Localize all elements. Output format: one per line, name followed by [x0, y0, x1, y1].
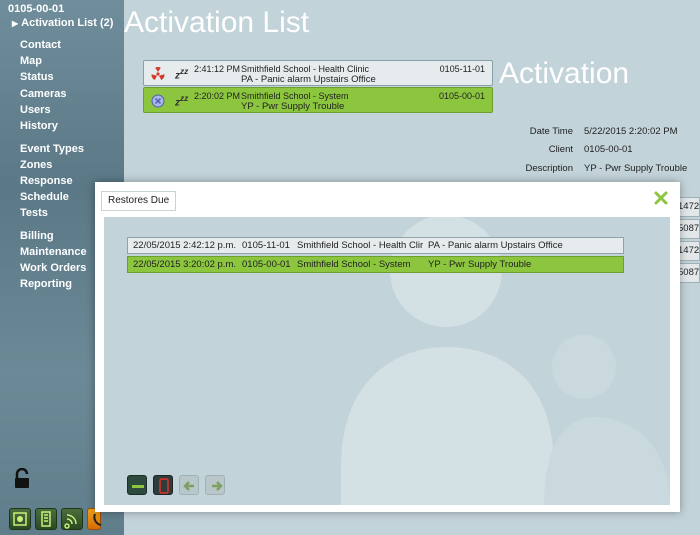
page-title: Activation List [124, 6, 310, 39]
sidebar-item-status[interactable]: Status [20, 71, 54, 83]
unlock-icon[interactable] [12, 467, 34, 490]
sidebar-item-event-types[interactable]: Event Types [20, 143, 84, 155]
restore-event: YP - Pwr Supply Trouble [428, 259, 532, 270]
arrow-right-icon [212, 481, 223, 491]
activation-site: Smithfield School - System [241, 91, 349, 101]
alarm-icon[interactable] [9, 508, 31, 530]
signal-icon[interactable] [61, 508, 83, 530]
minus-icon [132, 485, 144, 488]
detail-label-datetime: Date Time [529, 126, 573, 137]
snooze-icon: zzz [175, 93, 189, 109]
sidebar-item-zones[interactable]: Zones [20, 159, 52, 171]
activation-event: PA - Panic alarm Upstairs Office [241, 74, 376, 85]
sidebar-item-users[interactable]: Users [20, 104, 51, 116]
close-icon[interactable] [653, 190, 669, 206]
sidebar-item-schedule[interactable]: Schedule [20, 191, 69, 203]
previous-button[interactable] [179, 475, 199, 495]
mobile-phone-icon [159, 478, 169, 494]
detail-label-description: Description [525, 163, 573, 174]
restore-code: 0105-00-01 [242, 259, 291, 270]
restore-datetime: 22/05/2015 3:20:02 p.m. [133, 259, 236, 270]
detail-title: Activation [499, 57, 630, 90]
sidebar-item-history[interactable]: History [20, 120, 58, 132]
restore-row-selected[interactable]: 22/05/2015 3:20:02 p.m. 0105-00-01 Smith… [127, 256, 624, 273]
activation-code: 0105-11-01 [439, 64, 485, 74]
sidebar-item-tests[interactable]: Tests [20, 207, 48, 219]
restore-site: Smithfield School - Health Clir [297, 240, 423, 251]
restores-panel: 22/05/2015 2:42:12 p.m. 0105-11-01 Smith… [104, 217, 670, 505]
snooze-icon: zzz [175, 66, 189, 82]
activation-site: Smithfield School - Health Clinic [241, 64, 370, 74]
detail-value-description: YP - Pwr Supply Trouble [584, 163, 688, 174]
phone-button[interactable] [153, 475, 173, 495]
activation-row[interactable]: zzz 2:41:12 PM Smithfield School - Healt… [143, 60, 493, 86]
x-circle-icon [151, 94, 165, 108]
minus-button[interactable] [127, 475, 147, 495]
next-button[interactable] [205, 475, 225, 495]
caret-right-icon: ▶ [12, 19, 19, 28]
restore-row[interactable]: 22/05/2015 2:42:12 p.m. 0105-11-01 Smith… [127, 237, 624, 254]
sidebar-item-label: Activation List (2) [21, 17, 114, 29]
activation-row-selected[interactable]: zzz 2:20:02 PM Smithfield School - Syste… [143, 87, 493, 113]
tab-restores-due[interactable]: Restores Due [101, 191, 177, 211]
restore-datetime: 22/05/2015 2:42:12 p.m. [133, 240, 236, 251]
building-icon[interactable] [35, 508, 57, 530]
sidebar-item-maintenance[interactable]: Maintenance [20, 246, 87, 258]
restore-site: Smithfield School - System [297, 259, 411, 270]
sidebar-item-work-orders[interactable]: Work Orders [20, 262, 86, 274]
sidebar-item-activation-list[interactable]: ▶ Activation List (2) [12, 17, 113, 29]
client-id: 0105-00-01 [8, 3, 65, 15]
detail-value-client: 0105-00-01 [584, 144, 633, 155]
radiation-icon [151, 67, 165, 81]
activation-time: 2:20:02 PM [194, 91, 241, 101]
arrow-left-icon [183, 481, 194, 491]
activation-time: 2:41:12 PM [194, 64, 241, 74]
sidebar-item-billing[interactable]: Billing [20, 230, 54, 242]
restores-due-dialog: Restores Due 22/05/2015 2:42:12 p.m. 010… [95, 182, 680, 512]
restore-code: 0105-11-01 [242, 240, 290, 251]
sidebar-item-map[interactable]: Map [20, 55, 42, 67]
sidebar-item-reporting[interactable]: Reporting [20, 278, 72, 290]
sidebar-item-cameras[interactable]: Cameras [20, 88, 66, 100]
detail-value-datetime: 5/22/2015 2:20:02 PM [584, 126, 678, 137]
sidebar-item-contact[interactable]: Contact [20, 39, 61, 51]
activation-code: 0105-00-01 [438, 91, 485, 101]
activation-event: YP - Pwr Supply Trouble [241, 101, 345, 112]
restore-event: PA - Panic alarm Upstairs Office [428, 240, 563, 251]
sidebar-item-response[interactable]: Response [20, 175, 73, 187]
detail-label-client: Client [548, 144, 573, 155]
